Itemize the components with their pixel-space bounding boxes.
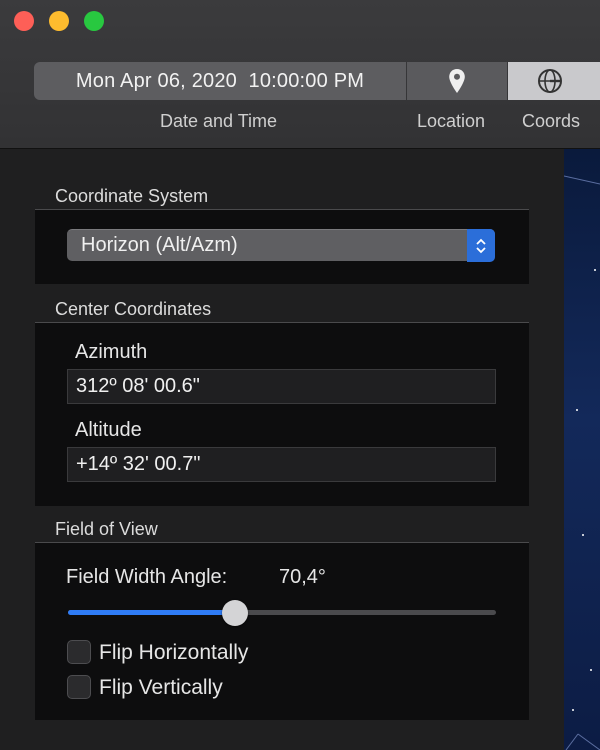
location-segment[interactable] <box>407 62 507 100</box>
azimuth-label: Azimuth <box>75 341 148 363</box>
chevron-up-down-icon <box>476 238 486 253</box>
field-width-slider[interactable] <box>68 600 496 626</box>
field-width-angle-label: Field Width Angle: <box>66 566 228 588</box>
azimuth-value: 312º 08' 00.6" <box>76 375 200 397</box>
date-time-label: Date and Time <box>160 111 278 131</box>
slider-knob[interactable] <box>222 600 248 626</box>
coords-segment[interactable] <box>508 62 600 100</box>
flip-horizontally-checkbox[interactable] <box>67 640 91 664</box>
azimuth-field[interactable]: 312º 08' 00.6" <box>67 369 496 404</box>
constellation-lines <box>564 175 600 750</box>
zoom-window-button[interactable] <box>84 11 104 31</box>
select-stepper[interactable] <box>467 229 495 262</box>
datetime-value: Mon Apr 06, 2020 10:00:00 PM <box>75 69 365 92</box>
center-coordinates-title: Center Coordinates <box>55 299 212 319</box>
coordinate-system-select[interactable]: Horizon (Alt/Azm) <box>67 229 495 262</box>
coordinate-grid-icon <box>538 69 562 93</box>
sky-view[interactable] <box>564 149 600 750</box>
datetime-segment[interactable]: Mon Apr 06, 2020 10:00:00 PM <box>34 62 406 100</box>
coordinate-system-value: Horizon (Alt/Azm) <box>81 234 238 256</box>
field-width-angle-value: 70,4° <box>279 566 326 588</box>
altitude-label: Altitude <box>75 419 142 441</box>
slider-fill <box>68 610 235 615</box>
altitude-field[interactable]: +14º 32' 00.7" <box>67 447 496 482</box>
flip-vertically-checkbox[interactable] <box>67 675 91 699</box>
flip-vertically-label[interactable]: Flip Vertically <box>99 676 223 700</box>
field-of-view-title: Field of View <box>55 519 158 539</box>
minimize-window-button[interactable] <box>49 11 69 31</box>
altitude-value: +14º 32' 00.7" <box>76 453 201 475</box>
location-label: Location <box>417 111 486 131</box>
coordinate-system-title: Coordinate System <box>55 186 209 206</box>
flip-horizontally-label[interactable]: Flip Horizontally <box>99 641 248 665</box>
close-window-button[interactable] <box>14 11 34 31</box>
window-toolbar: Mon Apr 06, 2020 10:00:00 PM Date and Ti… <box>0 0 600 149</box>
coords-label: Coords <box>522 111 581 131</box>
location-pin-icon <box>449 69 465 93</box>
